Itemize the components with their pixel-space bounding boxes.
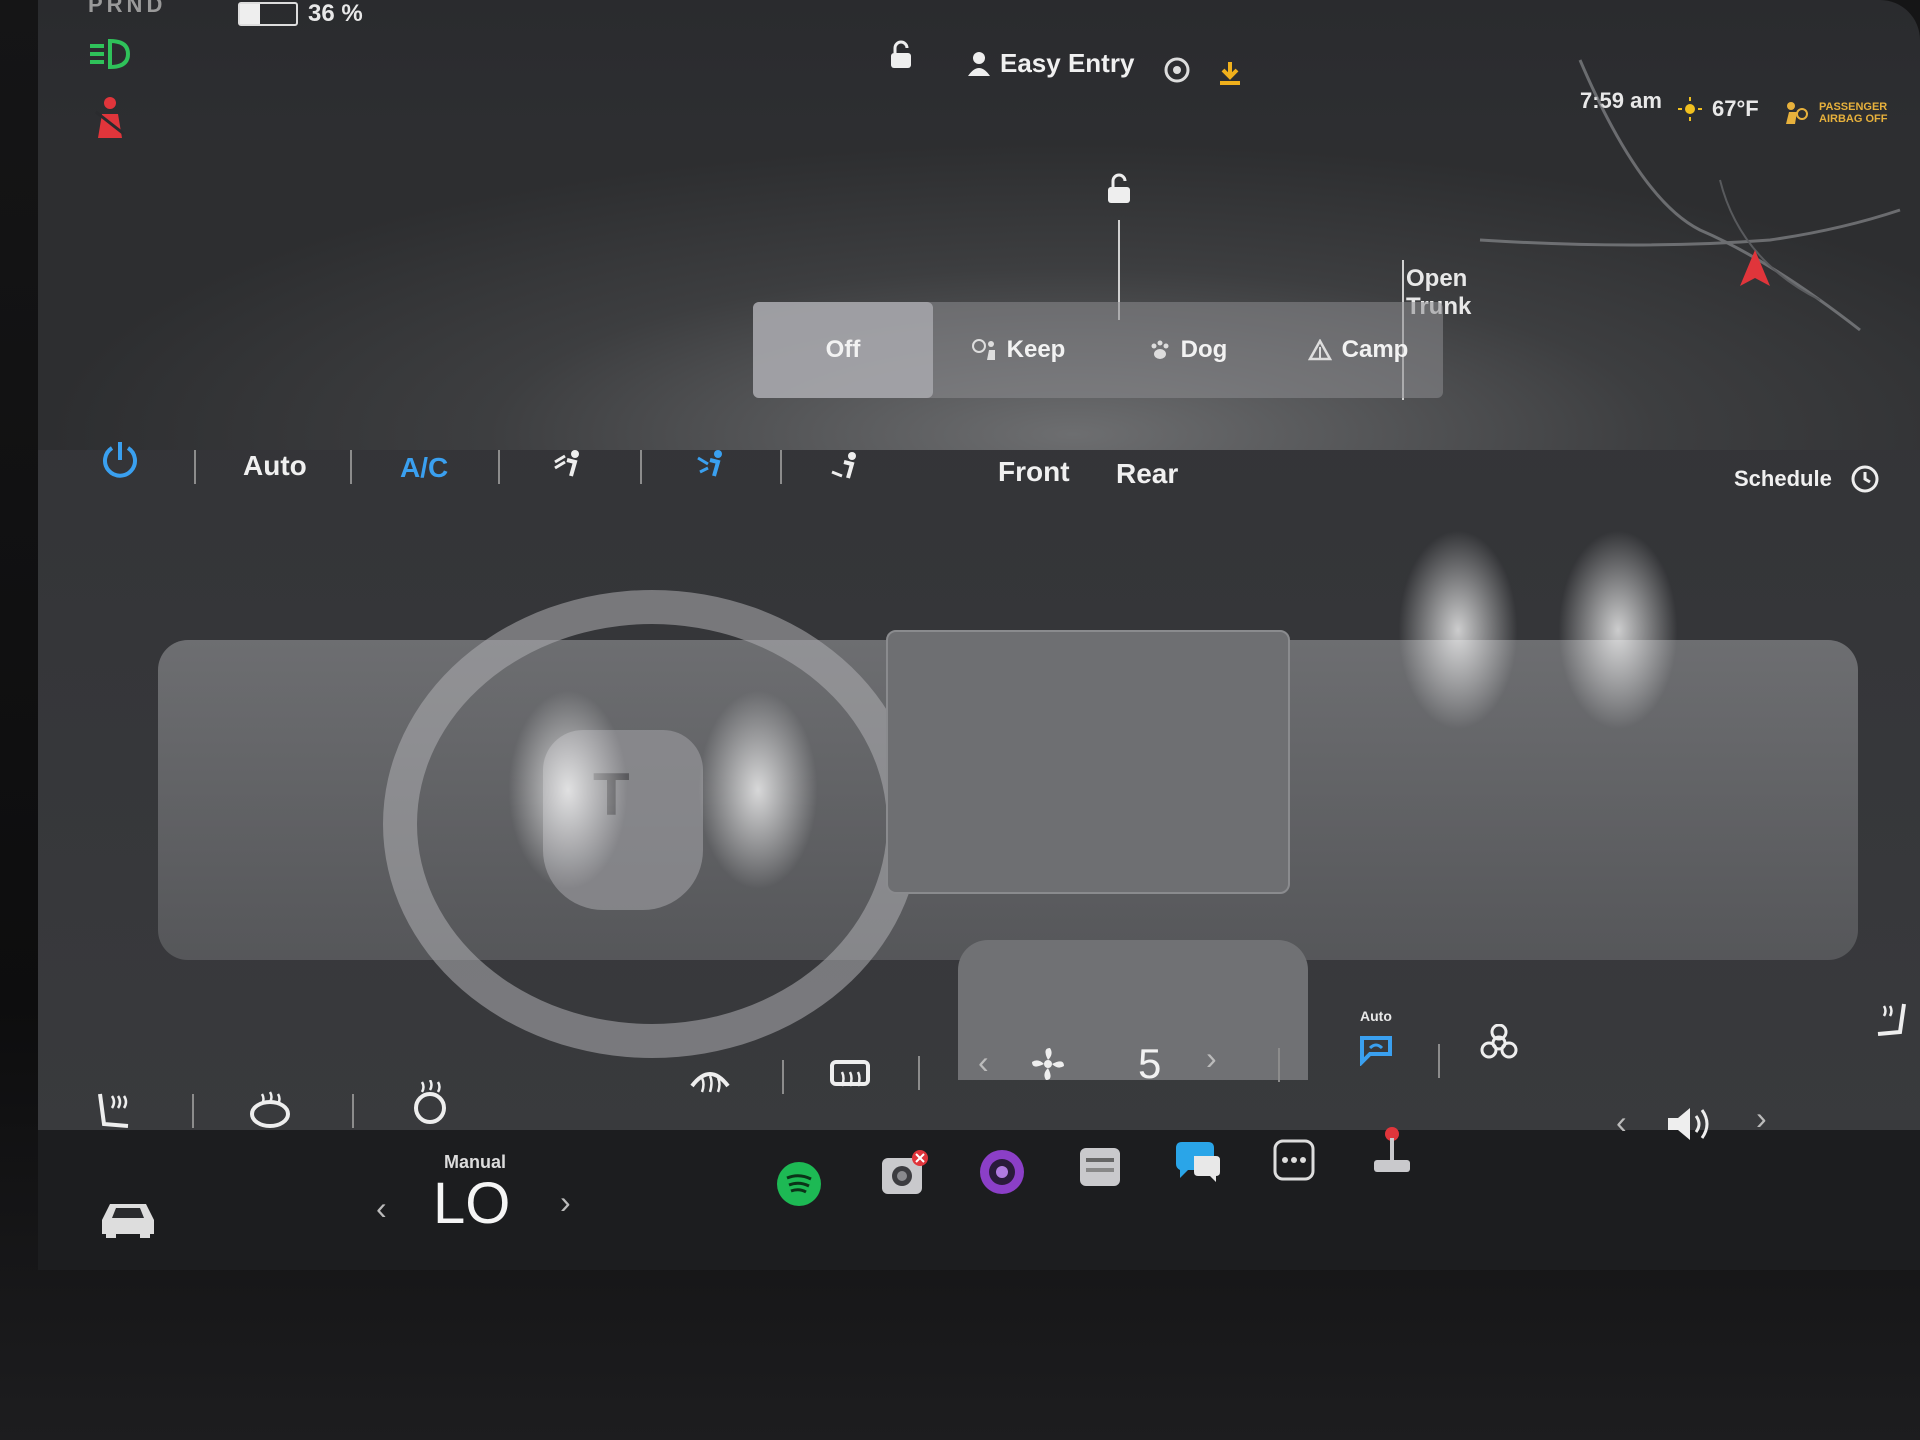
spotify-icon[interactable] — [775, 1160, 823, 1208]
climate-control-bar: Auto A/C Front Rear Schedule — [38, 410, 1920, 520]
rear-defrost-icon[interactable] — [828, 1058, 872, 1094]
fan-decrease-chevron-icon[interactable]: ‹ — [978, 1044, 989, 1081]
driver-profile[interactable]: Easy Entry — [968, 48, 1134, 79]
temp-increase-chevron-icon[interactable]: › — [560, 1184, 571, 1221]
volume-increase-chevron-icon[interactable]: › — [1756, 1100, 1767, 1137]
battery-percent: 36 % — [308, 0, 363, 27]
software-update-icon[interactable] — [1218, 60, 1242, 86]
divider — [640, 450, 642, 484]
airflow-graphic[interactable] — [1558, 530, 1678, 730]
fan-speed-value: 5 — [1138, 1040, 1162, 1087]
divider — [498, 450, 500, 484]
clock-icon[interactable] — [1850, 464, 1880, 494]
divider — [350, 450, 352, 484]
mode-off-label: Off — [825, 336, 861, 363]
gear-selector-text: PRND — [88, 0, 167, 17]
battery-indicator: 36 % — [238, 0, 363, 28]
cabin-temperature-value[interactable]: LO — [433, 1170, 510, 1237]
mini-map[interactable] — [1440, 0, 1920, 430]
toybox-icon[interactable] — [1076, 1144, 1124, 1190]
messages-icon[interactable] — [1172, 1138, 1224, 1186]
mode-camp-button[interactable]: Camp — [1273, 302, 1443, 398]
joystick-arcade-icon[interactable] — [1368, 1124, 1416, 1176]
passenger-seat-heater-icon[interactable] — [1874, 1000, 1910, 1040]
airflow-feet-icon[interactable] — [830, 448, 866, 484]
schedule-button[interactable]: Schedule — [1734, 466, 1832, 492]
navigation-arrow-icon — [1738, 248, 1772, 288]
fan-icon — [1028, 1044, 1068, 1084]
divider — [1438, 1044, 1440, 1078]
mode-dog-label: Dog — [1180, 336, 1228, 363]
mode-keep-label: Keep — [1006, 336, 1066, 363]
open-trunk-label-1: Open — [1406, 265, 1468, 292]
profile-name: Easy Entry — [1000, 48, 1135, 78]
mode-dog-button[interactable]: Dog — [1103, 302, 1273, 398]
divider — [1278, 1048, 1280, 1082]
person-icon — [968, 51, 990, 76]
auto-button[interactable]: Auto — [243, 450, 307, 482]
mode-camp-label: Camp — [1341, 336, 1409, 363]
steering-heater-icon[interactable] — [248, 1090, 292, 1130]
touchscreen: PRND 36 % Easy Entry 7:59 am 67°F PASSEN… — [38, 0, 1920, 1270]
volume-decrease-chevron-icon[interactable]: ‹ — [1616, 1104, 1627, 1141]
driver-seat-heater-icon[interactable] — [92, 1090, 136, 1134]
divider — [782, 1060, 784, 1094]
wiper-heater-icon[interactable] — [410, 1080, 450, 1124]
airflow-graphic[interactable] — [1398, 530, 1518, 730]
cabin-illustration: T — [38, 520, 1920, 1080]
paw-icon — [1149, 339, 1171, 361]
front-zone-button[interactable]: Front — [998, 456, 1070, 488]
airflow-graphic[interactable] — [698, 690, 818, 890]
bioweapon-defense-icon[interactable] — [1480, 1024, 1518, 1062]
climate-keep-modes: Off Keep Dog Camp — [753, 302, 1443, 398]
divider — [918, 1056, 920, 1090]
recirculate-icon[interactable] — [1356, 1034, 1396, 1066]
camera-app-icon[interactable] — [978, 1148, 1026, 1196]
rear-zone-button[interactable]: Rear — [1116, 458, 1178, 490]
tent-icon — [1307, 339, 1332, 361]
more-apps-icon[interactable] — [1272, 1138, 1316, 1182]
airflow-face-icon[interactable] — [553, 446, 589, 482]
battery-icon — [238, 2, 298, 26]
sentry-icon[interactable] — [1163, 56, 1191, 84]
lock-icon[interactable] — [888, 40, 914, 70]
divider — [352, 1094, 354, 1128]
seatbelt-warning-icon — [90, 96, 130, 140]
front-defrost-icon[interactable] — [688, 1062, 732, 1098]
fan-person-icon — [971, 338, 997, 362]
recirculate-auto-label: Auto — [1360, 1008, 1392, 1024]
climate-power-icon[interactable] — [98, 438, 142, 482]
mode-keep-button[interactable]: Keep — [933, 302, 1103, 398]
divider — [780, 450, 782, 484]
divider — [192, 1094, 194, 1128]
car-icon[interactable] — [96, 1196, 160, 1240]
headlight-icon — [88, 38, 134, 70]
mode-off-button[interactable]: Off — [753, 302, 933, 398]
airflow-feet-face-icon[interactable] — [696, 446, 732, 482]
center-display-graphic — [886, 630, 1290, 894]
temp-decrease-chevron-icon[interactable]: ‹ — [376, 1190, 387, 1227]
frunk-unlock-icon[interactable] — [1104, 172, 1134, 206]
airflow-graphic[interactable] — [508, 690, 628, 890]
dashcam-icon[interactable] — [878, 1148, 930, 1200]
ac-button[interactable]: A/C — [400, 452, 448, 484]
volume-icon[interactable] — [1664, 1104, 1714, 1144]
divider — [194, 450, 196, 484]
fan-increase-chevron-icon[interactable]: › — [1206, 1040, 1217, 1077]
